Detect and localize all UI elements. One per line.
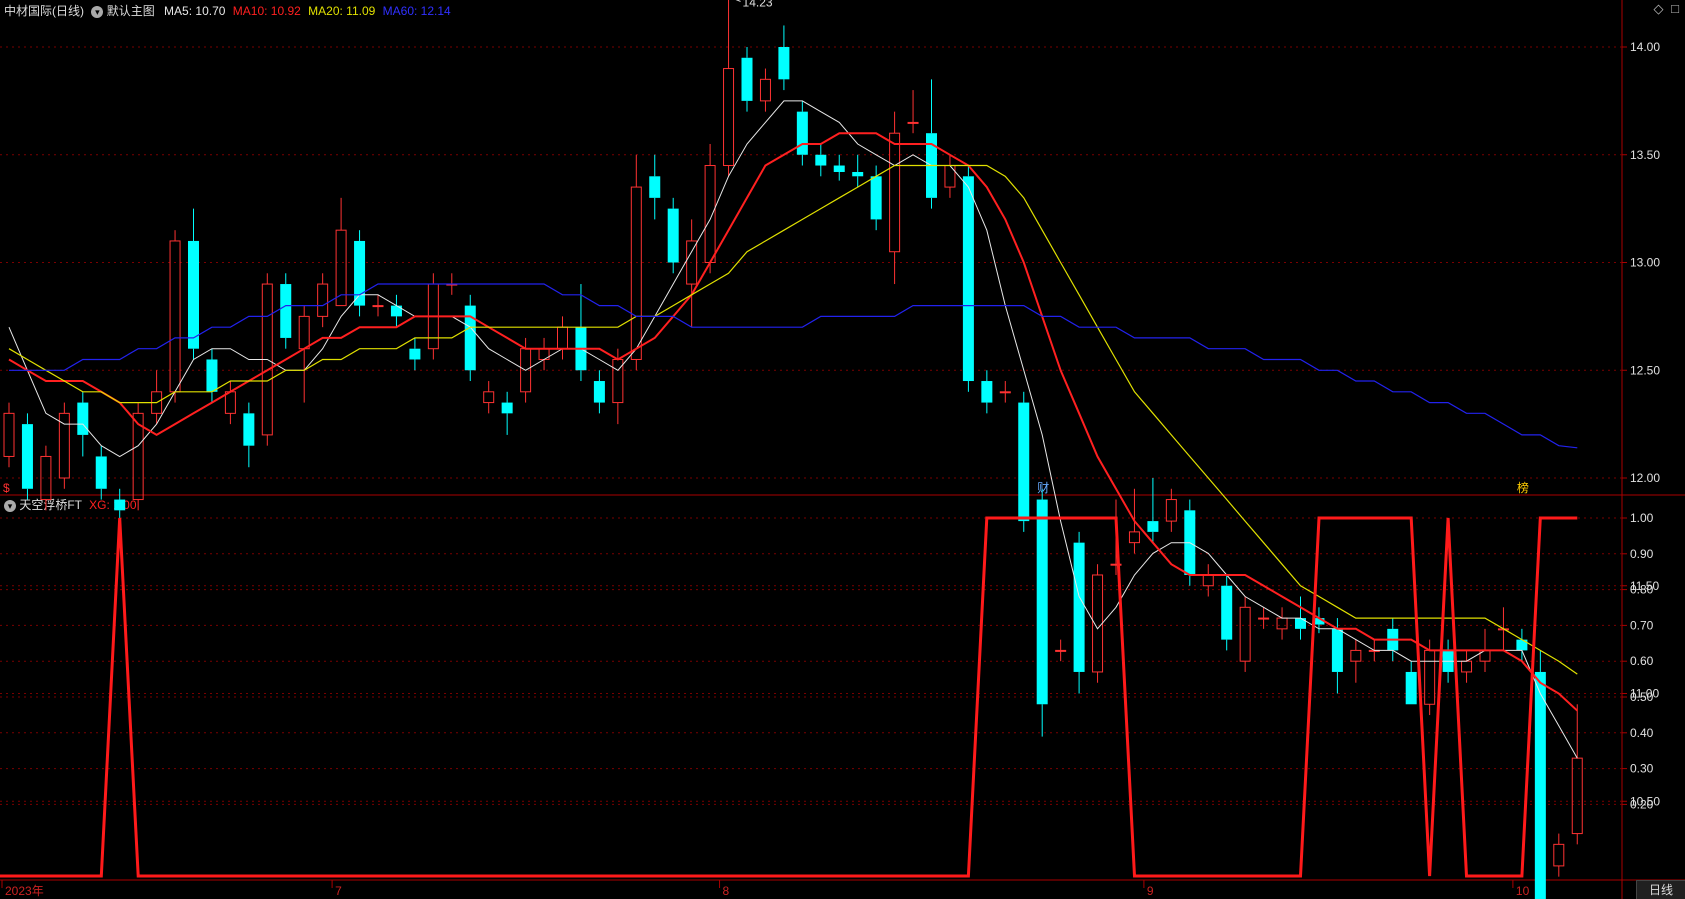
candle-down [1073,542,1085,672]
stock-chart[interactable]: 14.0013.5013.0012.5012.0011.5011.0010.50… [0,0,1685,899]
candle-up [723,68,735,167]
candle-up [1553,843,1565,867]
candle-up [889,132,901,253]
candle-up [483,391,495,404]
candle-down [354,240,366,306]
candle-down [870,176,882,220]
candle-up [759,78,771,102]
candle-up [704,165,716,263]
candle-up [58,412,70,479]
candle-up [298,315,310,350]
sub-y-tick-label: 0.70 [1630,618,1654,632]
candle-down [741,57,753,101]
candle-up [224,391,236,414]
sub-y-tick-label: 0.30 [1630,762,1654,776]
candle-down [1295,618,1306,629]
sub-y-tick-label: 0.40 [1630,726,1654,740]
main-y-tick-label: 13.00 [1630,256,1660,270]
candle-down [667,208,679,263]
candle-down [815,154,827,166]
candle-up [1571,757,1583,835]
main-y-tick-label: 14.00 [1630,40,1660,54]
candle-up [372,305,384,308]
candle-up [907,121,919,124]
sub-y-tick-label: 1.00 [1630,511,1654,525]
candle-up [317,283,329,317]
candle-down [833,165,845,172]
candle-down [243,413,255,446]
bang-marker: 榜 [1517,480,1529,495]
main-y-tick-label: 12.00 [1630,471,1660,485]
candle-up [1239,606,1251,662]
candle-down [852,171,864,177]
period-tab[interactable]: 日线 [1636,880,1685,899]
candle-up [999,391,1011,394]
sub-y-tick-label: 0.50 [1630,690,1654,704]
sub-y-tick-label: 0.90 [1630,547,1654,561]
candle-up [1128,531,1140,544]
cai-marker: 财 [1037,481,1049,495]
candle-down [464,305,476,371]
candle-down [1405,671,1417,705]
candle-up [169,240,181,393]
x-axis-label: 7 [335,884,342,898]
candle-down [962,176,974,382]
candle-up [944,165,956,188]
candle-down [280,284,292,338]
candle-down [501,402,513,414]
x-axis-label: 8 [723,884,730,898]
candle-down [1147,521,1159,532]
x-axis-label: 10 [1516,884,1530,898]
sub-y-tick-label: 0.20 [1630,797,1654,811]
candle-down [95,456,107,489]
candle-down [206,359,218,392]
main-y-tick-label: 12.50 [1630,363,1660,377]
candle-down [409,348,421,360]
candle-up [1350,649,1362,662]
candle-up [1424,649,1436,705]
candle-down [796,111,808,155]
candle-down [649,176,661,198]
candle-down [1036,499,1048,705]
candle-down [21,424,33,489]
candle-down [77,402,89,435]
candle-down [188,240,199,349]
candle-down [390,305,402,317]
annotation-pointer [735,0,741,2]
sub-y-tick-label: 0.60 [1630,654,1654,668]
candle-down [593,381,605,403]
candle-down [1221,585,1233,640]
main-y-tick-label: 13.50 [1630,148,1660,162]
candle-down [1534,671,1546,899]
candle-up [1202,574,1214,587]
candle-up [3,412,15,457]
candle-up [1461,660,1473,673]
candle-up [1276,617,1288,630]
x-axis-label: 9 [1147,884,1154,898]
candle-down [1018,402,1030,522]
candle-down [778,47,790,80]
candle-up [630,186,642,360]
candle-up [557,326,568,350]
candle-up [1258,617,1270,620]
candle-down [1331,628,1343,672]
candle-down [114,499,126,511]
xg-line [0,516,1578,878]
dollar-marker: $ [3,481,10,495]
price-annotation: 14.23 [743,0,773,9]
candle-up [1055,649,1067,652]
sub-y-tick-label: 0.80 [1630,583,1654,597]
x-axis-label: 2023年 [5,884,44,898]
candle-down [981,381,993,403]
